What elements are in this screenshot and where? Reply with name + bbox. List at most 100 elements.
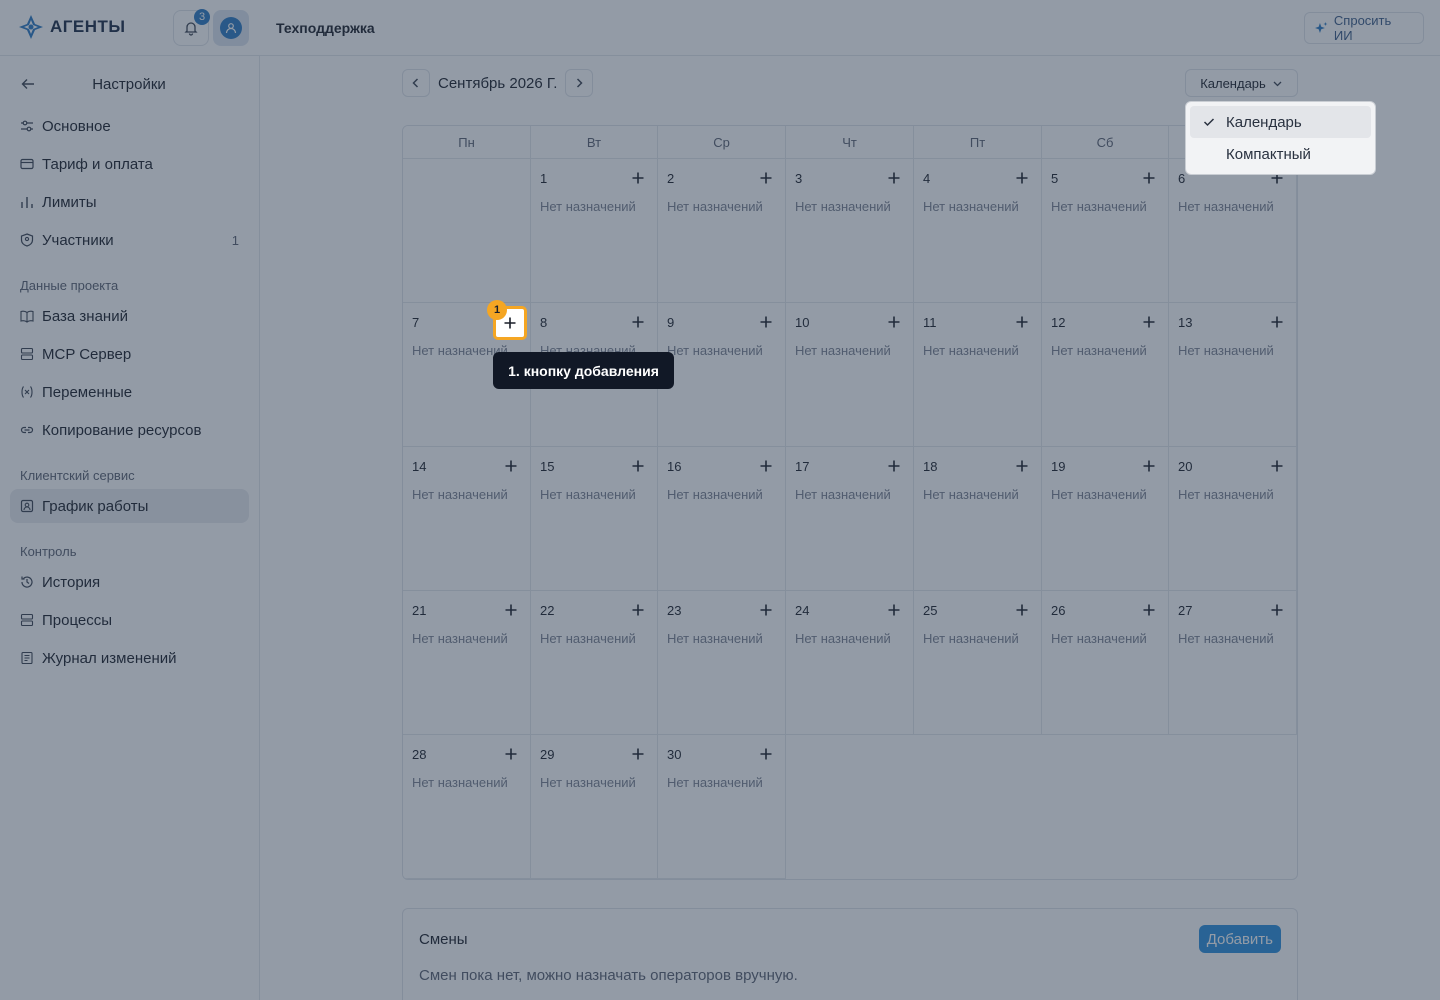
variable-icon	[20, 385, 34, 399]
add-assignment-icon[interactable]	[887, 315, 901, 329]
sidebar-item-label: Тариф и оплата	[42, 155, 153, 173]
sidebar-item-billing[interactable]: Тариф и оплата	[10, 147, 249, 181]
sidebar-item-changelog[interactable]: Журнал изменений	[10, 641, 249, 675]
prev-month-button[interactable]	[402, 69, 430, 97]
add-assignment-icon[interactable]	[759, 315, 773, 329]
day-number: 28	[412, 747, 427, 762]
no-assignments-text: Нет назначений	[667, 775, 763, 790]
next-month-button[interactable]	[565, 69, 594, 97]
add-assignment-icon[interactable]	[759, 603, 773, 617]
sidebar-item-label: Переменные	[42, 383, 133, 401]
add-assignment-icon[interactable]	[1015, 171, 1029, 185]
ask-ai-button[interactable]: Спросить ИИ	[1304, 12, 1424, 44]
sidebar-item-label: Участники	[42, 231, 114, 249]
log-icon	[20, 651, 34, 665]
view-option-compact[interactable]: Компактный	[1190, 138, 1371, 170]
add-assignment-icon[interactable]	[759, 171, 773, 185]
day-number: 13	[1178, 315, 1193, 330]
no-assignments-text: Нет назначений	[1178, 631, 1274, 646]
sidebar-item-mcp-server[interactable]: MCP Сервер	[10, 337, 249, 371]
day-number: 18	[923, 459, 938, 474]
add-assignment-icon[interactable]	[1015, 315, 1029, 329]
history-icon	[20, 575, 34, 589]
sidebar-item-label: График работы	[42, 497, 149, 515]
add-assignment-icon[interactable]	[631, 171, 645, 185]
view-select[interactable]: Календарь	[1185, 69, 1298, 97]
no-assignments-text: Нет назначений	[795, 343, 891, 358]
calendar-day-cell: 22 Нет назначений	[531, 591, 658, 735]
sidebar-item-history[interactable]: История	[10, 565, 249, 599]
add-assignment-icon[interactable]	[1270, 459, 1284, 473]
add-assignment-icon[interactable]	[759, 747, 773, 761]
add-assignment-icon[interactable]	[1142, 315, 1156, 329]
day-number: 12	[1051, 315, 1066, 330]
add-assignment-icon[interactable]	[504, 747, 518, 761]
sidebar-item-processes[interactable]: Процессы	[10, 603, 249, 637]
add-assignment-icon[interactable]	[1270, 315, 1284, 329]
calendar-day-cell: 23 Нет назначений	[658, 591, 786, 735]
server-icon	[20, 347, 34, 361]
check-icon	[1203, 118, 1215, 127]
add-assignment-icon[interactable]	[1015, 603, 1029, 617]
day-number: 20	[1178, 459, 1193, 474]
add-assignment-icon[interactable]	[631, 315, 645, 329]
day-number: 14	[412, 459, 427, 474]
sidebar-header: Настройки	[0, 72, 260, 98]
no-assignments-text: Нет назначений	[412, 487, 508, 502]
avatar	[220, 17, 242, 39]
sidebar-item-limits[interactable]: Лимиты	[10, 185, 249, 219]
day-number: 5	[1051, 171, 1059, 186]
day-number: 16	[667, 459, 682, 474]
user-icon	[225, 23, 237, 34]
add-assignment-icon[interactable]	[504, 459, 518, 473]
day-number: 25	[923, 603, 938, 618]
annotation-tooltip: 1. кнопку добавления	[493, 352, 674, 389]
no-assignments-text: Нет назначений	[795, 199, 891, 214]
no-assignments-text: Нет назначений	[1051, 199, 1147, 214]
add-assignment-icon[interactable]	[1142, 459, 1156, 473]
add-shift-button[interactable]: Добавить	[1198, 925, 1281, 953]
add-assignment-icon[interactable]	[1270, 603, 1284, 617]
sidebar-item-knowledge-base[interactable]: База знаний	[10, 299, 249, 333]
add-assignment-icon[interactable]	[887, 459, 901, 473]
book-icon	[20, 309, 34, 323]
add-assignment-icon[interactable]	[631, 747, 645, 761]
sidebar-item-general[interactable]: Основное	[10, 109, 249, 143]
members-count: 1	[231, 232, 239, 248]
day-number: 11	[923, 315, 937, 330]
sidebar-item-members[interactable]: Участники 1	[10, 223, 249, 257]
sidebar-title: Настройки	[92, 76, 166, 93]
no-assignments-text: Нет назначений	[1178, 343, 1274, 358]
sidebar-item-variables[interactable]: Переменные	[10, 375, 249, 409]
no-assignments-text: Нет назначений	[1178, 487, 1274, 502]
calendar-day-cell: 19 Нет назначений	[1042, 447, 1169, 591]
add-assignment-icon[interactable]	[504, 603, 518, 617]
calendar-day-cell: 24 Нет назначений	[786, 591, 914, 735]
sidebar-item-copy-resources[interactable]: Копирование ресурсов	[10, 413, 249, 447]
add-assignment-icon[interactable]	[759, 459, 773, 473]
day-number: 21	[412, 603, 427, 618]
calendar-day-cell: 21 Нет назначений	[403, 591, 531, 735]
add-assignment-icon[interactable]	[1142, 603, 1156, 617]
sidebar-section-control: Контроль	[20, 544, 77, 559]
add-assignment-icon[interactable]	[887, 171, 901, 185]
no-assignments-text: Нет назначений	[795, 631, 891, 646]
add-assignment-icon[interactable]	[631, 603, 645, 617]
add-assignment-icon[interactable]	[1015, 459, 1029, 473]
sidebar-item-schedule[interactable]: График работы	[10, 489, 249, 523]
add-assignment-icon[interactable]	[887, 603, 901, 617]
no-assignments-text: Нет назначений	[667, 199, 763, 214]
calendar-day-cell: 9 Нет назначений	[658, 303, 786, 447]
logo[interactable]: АГЕНТЫ	[18, 14, 126, 40]
view-option-calendar[interactable]: Календарь	[1190, 106, 1371, 138]
sidebar-item-label: Процессы	[42, 611, 113, 629]
day-number: 9	[667, 315, 675, 330]
day-number: 1	[540, 171, 548, 186]
logo-text: АГЕНТЫ	[50, 17, 126, 36]
add-assignment-icon[interactable]	[631, 459, 645, 473]
add-assignment-icon[interactable]	[1142, 171, 1156, 185]
logo-icon	[19, 15, 43, 39]
shifts-panel: Смены Добавить Смен пока нет, можно назн…	[402, 908, 1298, 1000]
no-assignments-text: Нет назначений	[540, 775, 636, 790]
avatar-button[interactable]	[213, 10, 249, 46]
